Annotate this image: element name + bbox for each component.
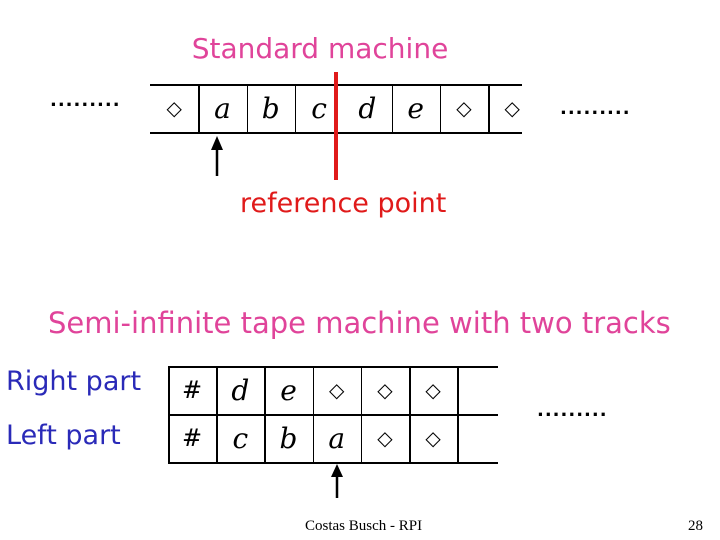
reference-line [334,72,338,180]
footer-author: Costas Busch - RPI [305,518,423,534]
two-track-head-arrow-icon [331,464,343,498]
head-arrow-icon [211,136,223,176]
pointer-overlay [211,72,343,498]
page-number: 28 [688,518,703,534]
